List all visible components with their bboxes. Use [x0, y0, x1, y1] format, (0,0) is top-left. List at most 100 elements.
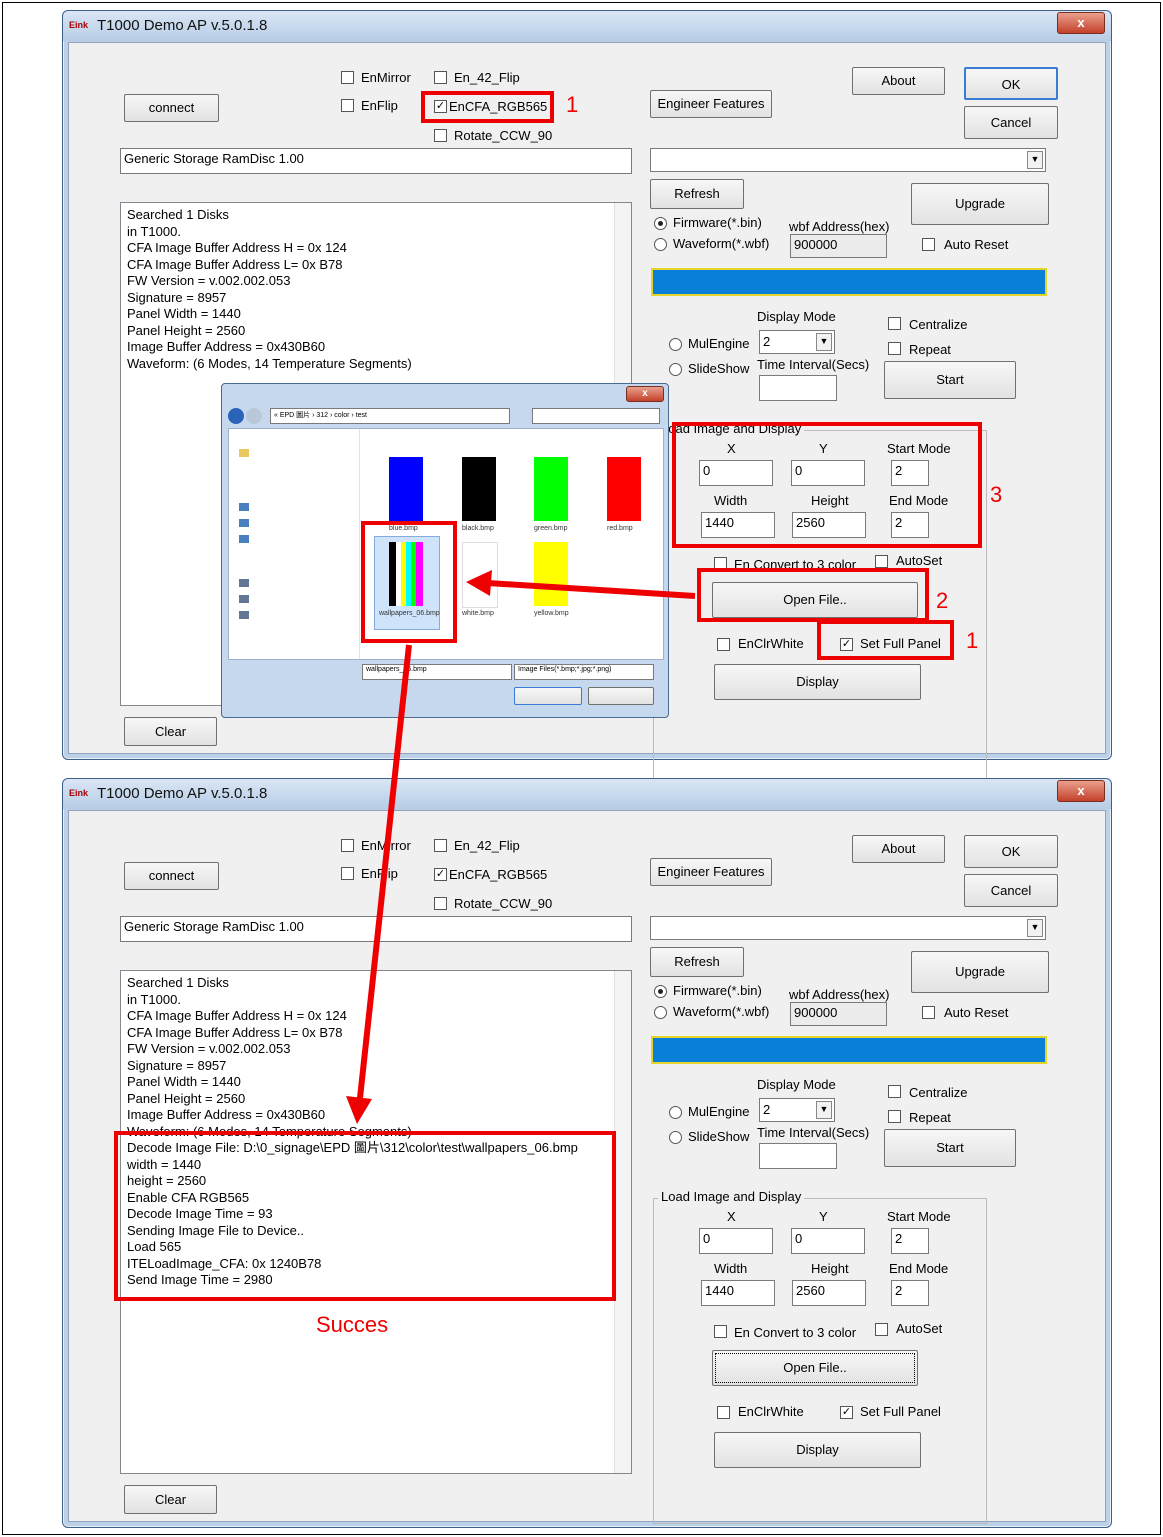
- cancel-button[interactable]: Cancel: [964, 106, 1058, 139]
- height-input[interactable]: 2560: [792, 1280, 866, 1306]
- ok-button[interactable]: OK: [964, 67, 1058, 100]
- display-button[interactable]: Display: [714, 664, 921, 700]
- chevron-down-icon[interactable]: ▼: [1027, 919, 1043, 937]
- repeat-checkbox[interactable]: [888, 342, 901, 355]
- folder-icon: [239, 611, 249, 619]
- mulengine-radio[interactable]: [669, 1106, 682, 1119]
- display-button[interactable]: Display: [714, 1432, 921, 1468]
- en-42-flip-label: En_42_Flip: [454, 838, 520, 853]
- en-clr-white-checkbox[interactable]: [717, 1406, 730, 1419]
- log-scrollbar[interactable]: [614, 971, 631, 1473]
- chevron-down-icon[interactable]: ▼: [1027, 151, 1043, 169]
- device-dropdown[interactable]: ▼: [650, 916, 1046, 940]
- about-button[interactable]: About: [852, 835, 945, 863]
- auto-reset-checkbox[interactable]: [922, 238, 935, 251]
- engineer-features-button[interactable]: Engineer Features: [650, 90, 772, 118]
- file-thumb-white[interactable]: [462, 542, 498, 608]
- en-clr-white-label: EnClrWhite: [738, 1404, 804, 1419]
- firmware-radio[interactable]: [654, 985, 667, 998]
- dialog-filename-input[interactable]: wallpapers_06.bmp: [362, 664, 512, 680]
- upgrade-button[interactable]: Upgrade: [911, 951, 1049, 993]
- file-thumb-yellow[interactable]: [534, 542, 568, 606]
- en-mirror-checkbox[interactable]: [341, 71, 354, 84]
- dialog-close-button[interactable]: x: [626, 386, 664, 402]
- file-thumb-blue[interactable]: [389, 457, 423, 521]
- mulengine-label: MulEngine: [688, 336, 750, 351]
- auto-reset-checkbox[interactable]: [922, 1006, 935, 1019]
- dialog-cancel-button[interactable]: [588, 687, 654, 705]
- rotate-checkbox[interactable]: [434, 129, 447, 142]
- waveform-radio[interactable]: [654, 1006, 667, 1019]
- time-interval-input[interactable]: [759, 375, 837, 401]
- en-flip-checkbox[interactable]: [341, 99, 354, 112]
- end-mode-input[interactable]: 2: [891, 1280, 929, 1306]
- title-bar: Eink T1000 Demo AP v.5.0.1.8 x: [63, 11, 1111, 41]
- slideshow-radio[interactable]: [669, 1131, 682, 1144]
- y-input[interactable]: 0: [791, 1228, 865, 1254]
- storage-device-field[interactable]: Generic Storage RamDisc 1.00: [120, 148, 632, 174]
- en-clr-white-checkbox[interactable]: [717, 638, 730, 651]
- centralize-checkbox[interactable]: [888, 1085, 901, 1098]
- slideshow-radio[interactable]: [669, 363, 682, 376]
- highlight-open-file: [697, 568, 929, 622]
- start-mode-label: Start Mode: [887, 1209, 951, 1224]
- width-input[interactable]: 1440: [701, 1280, 775, 1306]
- engineer-features-button[interactable]: Engineer Features: [650, 858, 772, 886]
- autoset-checkbox[interactable]: [875, 1323, 888, 1336]
- open-file-button[interactable]: Open File..: [712, 1350, 918, 1386]
- centralize-checkbox[interactable]: [888, 317, 901, 330]
- auto-reset-label: Auto Reset: [944, 1005, 1009, 1020]
- back-arrow-icon[interactable]: [228, 408, 244, 424]
- close-button[interactable]: x: [1057, 780, 1105, 802]
- clear-button[interactable]: Clear: [124, 1485, 217, 1514]
- en-flip-label: EnFlip: [361, 98, 398, 113]
- dialog-path-bar[interactable]: « EPD 圖片 › 312 › color › test: [270, 408, 510, 424]
- en-mirror-checkbox[interactable]: [341, 839, 354, 852]
- chevron-down-icon[interactable]: ▼: [816, 1101, 832, 1119]
- cancel-button[interactable]: Cancel: [964, 874, 1058, 907]
- annotation-step-3: 3: [990, 482, 1003, 507]
- en-convert-checkbox[interactable]: [714, 1325, 727, 1338]
- close-button[interactable]: x: [1057, 12, 1105, 34]
- chevron-down-icon[interactable]: ▼: [816, 333, 832, 351]
- en-42-flip-checkbox[interactable]: [434, 839, 447, 852]
- en-42-flip-checkbox[interactable]: [434, 71, 447, 84]
- start-mode-input[interactable]: 2: [891, 1228, 929, 1254]
- file-thumb-green[interactable]: [534, 457, 568, 521]
- dialog-filter-select[interactable]: Image Files(*.bmp;*.jpg;*.png): [514, 664, 654, 680]
- firmware-label: Firmware(*.bin): [673, 983, 762, 998]
- wbf-address-input[interactable]: 900000: [790, 234, 887, 258]
- time-interval-input[interactable]: [759, 1143, 837, 1169]
- upgrade-button[interactable]: Upgrade: [911, 183, 1049, 225]
- rotate-checkbox[interactable]: [434, 897, 447, 910]
- mulengine-radio[interactable]: [669, 338, 682, 351]
- clear-button[interactable]: Clear: [124, 717, 217, 746]
- display-mode-select[interactable]: 2 ▼: [759, 1098, 835, 1122]
- set-full-panel-checkbox[interactable]: ✓: [840, 1406, 853, 1419]
- about-button[interactable]: About: [852, 67, 945, 95]
- ok-button[interactable]: OK: [964, 835, 1058, 868]
- en-flip-checkbox[interactable]: [341, 867, 354, 880]
- storage-device-field[interactable]: Generic Storage RamDisc 1.00: [120, 916, 632, 942]
- device-dropdown[interactable]: ▼: [650, 148, 1046, 172]
- repeat-checkbox[interactable]: [888, 1110, 901, 1123]
- forward-arrow-icon[interactable]: [246, 408, 262, 424]
- en-cfa-checkbox[interactable]: ✓: [434, 868, 447, 881]
- firmware-radio[interactable]: [654, 217, 667, 230]
- dialog-search-input[interactable]: [532, 408, 660, 424]
- display-mode-select[interactable]: 2 ▼: [759, 330, 835, 354]
- dialog-open-button[interactable]: [514, 687, 582, 705]
- x-input[interactable]: 0: [699, 1228, 773, 1254]
- file-thumb-red[interactable]: [607, 457, 641, 521]
- refresh-button[interactable]: Refresh: [650, 179, 744, 209]
- autoset-checkbox[interactable]: [875, 555, 888, 568]
- connect-button[interactable]: connect: [124, 94, 219, 122]
- waveform-radio[interactable]: [654, 238, 667, 251]
- start-button[interactable]: Start: [884, 1129, 1016, 1167]
- start-button[interactable]: Start: [884, 361, 1016, 399]
- file-thumb-black[interactable]: [462, 457, 496, 521]
- display-mode-value: 2: [763, 1102, 771, 1117]
- wbf-address-input[interactable]: 900000: [790, 1002, 887, 1026]
- connect-button[interactable]: connect: [124, 862, 219, 890]
- refresh-button[interactable]: Refresh: [650, 947, 744, 977]
